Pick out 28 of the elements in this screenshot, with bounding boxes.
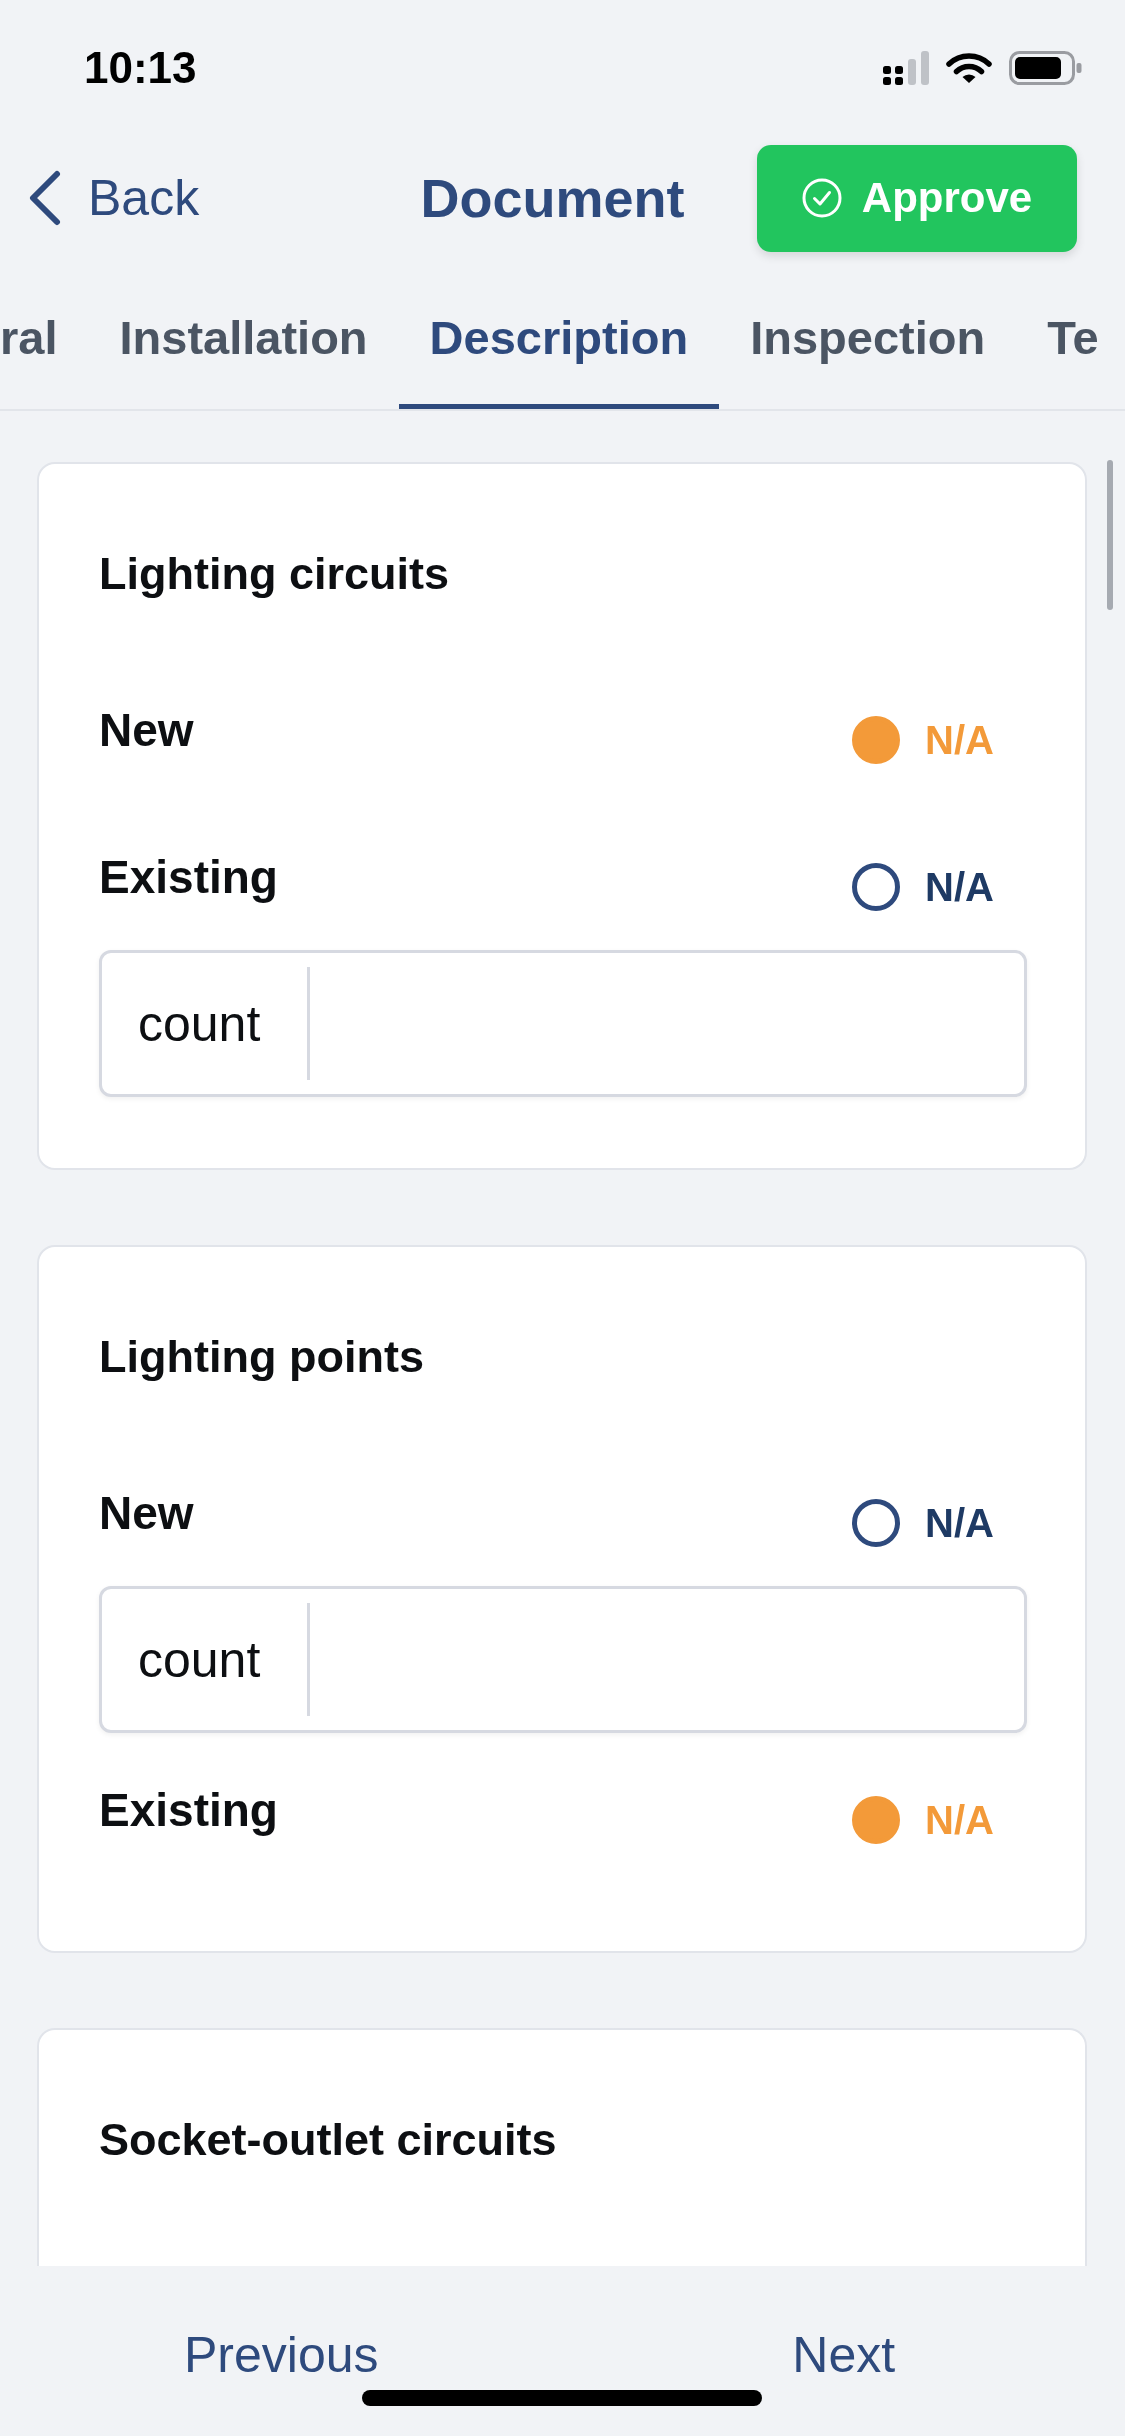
tab[interactable]: ral [0,260,89,409]
next-button[interactable]: Next [792,2325,896,2385]
na-radio-option[interactable]: N/A [852,1499,994,1547]
section-title: Lighting points [99,1330,425,1384]
section-title: Socket-outlet circuits [99,2113,558,2167]
count-input-field[interactable]: count [99,950,1027,1097]
na-radio-option[interactable]: N/A [852,863,994,911]
page-title: Document [420,167,685,230]
signal-icon [883,51,929,85]
tab[interactable]: Description [398,260,720,409]
check-circle-icon [801,178,842,218]
count-input-field[interactable]: count [99,1586,1027,1733]
previous-button[interactable]: Previous [184,2325,379,2385]
tab[interactable]: Inspection [719,260,1017,409]
field-prefix: count [102,1603,310,1716]
row-label: Existing [99,1783,278,1838]
row-label: New [99,703,194,758]
tab[interactable]: Te [1016,260,1125,409]
battery-icon [1009,51,1082,85]
status-time: 10:13 [84,43,197,93]
chevron-left-icon [28,170,62,226]
section-title: Lighting circuits [99,547,450,601]
back-button[interactable]: Back [28,168,200,228]
field-prefix: count [102,967,310,1080]
row-label: New [99,1486,194,1541]
tab[interactable]: Installation [88,260,399,409]
wifi-icon [946,52,992,84]
row-label: Existing [99,850,278,905]
